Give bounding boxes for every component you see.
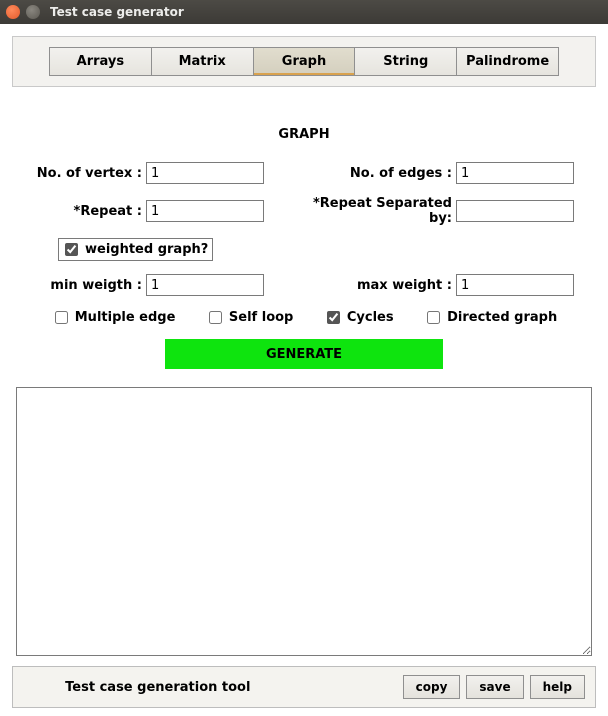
min-weight-input[interactable] bbox=[146, 274, 264, 296]
edges-label: No. of edges : bbox=[350, 166, 456, 181]
section-title: GRAPH bbox=[34, 127, 574, 142]
app-shell: Arrays Matrix Graph String Palindrome GR… bbox=[0, 24, 608, 716]
weighted-checkbox[interactable] bbox=[65, 243, 78, 256]
tab-label: Palindrome bbox=[466, 54, 549, 69]
repeat-sep-label: *Repeat Separated by: bbox=[304, 196, 456, 226]
form-area: GRAPH No. of vertex : No. of edges : *Re… bbox=[12, 87, 596, 379]
vertex-input[interactable] bbox=[146, 162, 264, 184]
tab-graph[interactable]: Graph bbox=[253, 47, 355, 76]
close-icon[interactable] bbox=[6, 5, 20, 19]
help-button[interactable]: help bbox=[530, 675, 585, 699]
output-textarea[interactable] bbox=[16, 387, 592, 656]
tab-palindrome[interactable]: Palindrome bbox=[456, 47, 559, 76]
directed-checkbox-wrap[interactable]: Directed graph bbox=[423, 308, 557, 327]
edges-input[interactable] bbox=[456, 162, 574, 184]
window-title: Test case generator bbox=[50, 5, 184, 19]
cycles-checkbox[interactable] bbox=[327, 311, 340, 324]
tab-label: Matrix bbox=[179, 54, 226, 69]
self-loop-label: Self loop bbox=[229, 310, 293, 325]
minimize-icon[interactable] bbox=[26, 5, 40, 19]
tab-matrix[interactable]: Matrix bbox=[151, 47, 253, 76]
repeat-input[interactable] bbox=[146, 200, 264, 222]
cycles-label: Cycles bbox=[347, 310, 394, 325]
tab-label: Arrays bbox=[77, 54, 124, 69]
tab-string[interactable]: String bbox=[354, 47, 456, 76]
generate-button[interactable]: GENERATE bbox=[165, 339, 443, 369]
tab-bar: Arrays Matrix Graph String Palindrome bbox=[49, 47, 559, 76]
repeat-label: *Repeat : bbox=[34, 204, 146, 219]
tab-label: Graph bbox=[282, 54, 326, 69]
multiple-edge-checkbox[interactable] bbox=[55, 311, 68, 324]
tab-arrays[interactable]: Arrays bbox=[49, 47, 151, 76]
weighted-label: weighted graph? bbox=[85, 242, 208, 257]
cycles-checkbox-wrap[interactable]: Cycles bbox=[323, 308, 394, 327]
self-loop-checkbox-wrap[interactable]: Self loop bbox=[205, 308, 293, 327]
save-button[interactable]: save bbox=[466, 675, 523, 699]
min-weight-label: min weigth : bbox=[34, 278, 146, 293]
titlebar: Test case generator bbox=[0, 0, 608, 24]
max-weight-label: max weight : bbox=[357, 278, 456, 293]
directed-checkbox[interactable] bbox=[427, 311, 440, 324]
vertex-label: No. of vertex : bbox=[34, 166, 146, 181]
repeat-sep-input[interactable] bbox=[456, 200, 574, 222]
tab-label: String bbox=[383, 54, 428, 69]
copy-button[interactable]: copy bbox=[403, 675, 461, 699]
directed-label: Directed graph bbox=[447, 310, 557, 325]
tabs-container: Arrays Matrix Graph String Palindrome bbox=[12, 36, 596, 87]
multiple-edge-checkbox-wrap[interactable]: Multiple edge bbox=[51, 308, 176, 327]
max-weight-input[interactable] bbox=[456, 274, 574, 296]
self-loop-checkbox[interactable] bbox=[209, 311, 222, 324]
weighted-checkbox-wrap[interactable]: weighted graph? bbox=[58, 238, 213, 261]
multiple-edge-label: Multiple edge bbox=[75, 310, 176, 325]
footer-text: Test case generation tool bbox=[0, 680, 403, 695]
footer: Test case generation tool copy save help bbox=[12, 666, 596, 708]
